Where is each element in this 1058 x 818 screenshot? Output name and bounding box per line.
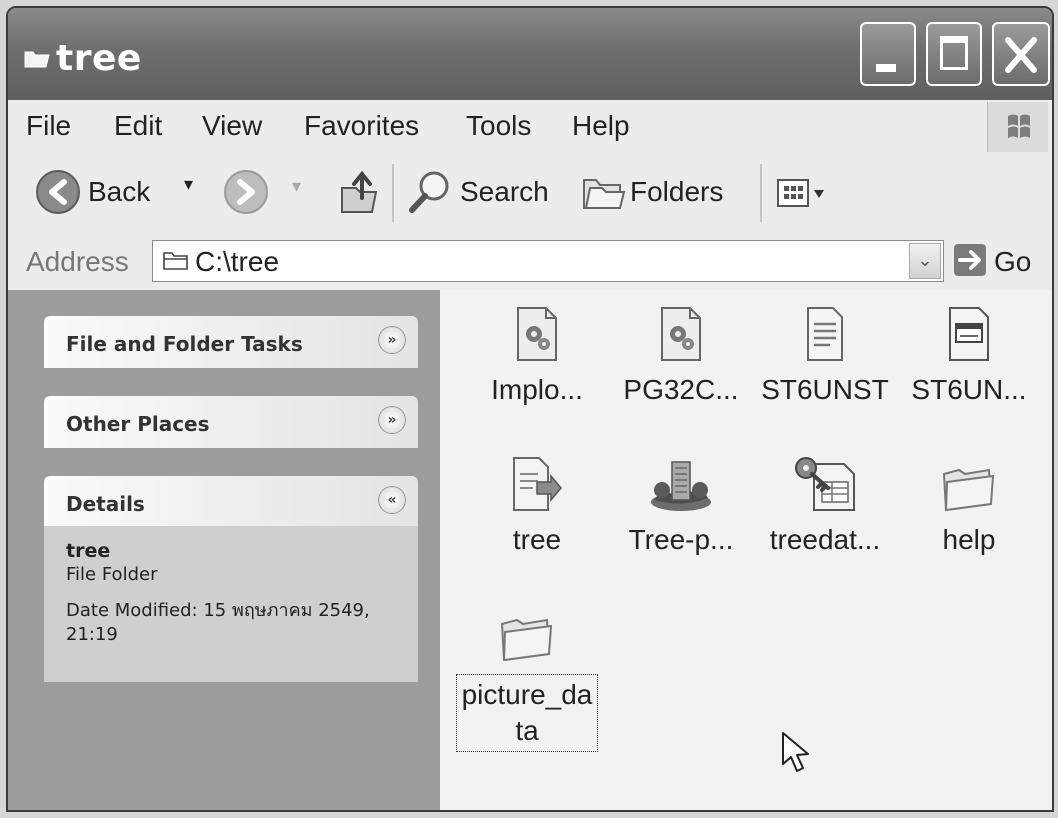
expand-chevron-icon[interactable]: »: [378, 326, 406, 354]
back-history-dropdown[interactable]: ▾: [184, 174, 193, 195]
search-button[interactable]: Search: [460, 176, 549, 208]
close-icon: [1004, 36, 1038, 78]
menu-help[interactable]: Help: [572, 110, 630, 142]
views-button[interactable]: [776, 176, 828, 219]
toolbar-separator: [392, 164, 394, 222]
folder-icon: [894, 450, 1044, 512]
menu-edit[interactable]: Edit: [114, 110, 162, 142]
menu-favorites[interactable]: Favorites: [304, 110, 419, 142]
toolbar-separator: [760, 164, 762, 222]
expand-chevron-icon[interactable]: »: [378, 406, 406, 434]
file-label: PG32C...: [623, 374, 739, 405]
file-label: treedat...: [769, 524, 881, 555]
details-type: File Folder: [66, 564, 158, 585]
file-label: ST6UNST: [761, 374, 889, 405]
folder-item-selected[interactable]: picture_data: [452, 600, 602, 752]
building-icon: [606, 450, 756, 512]
go-button[interactable]: Go: [994, 246, 1031, 278]
window-title: tree: [56, 38, 142, 79]
file-folder-tasks-title: File and Folder Tasks: [66, 332, 303, 356]
file-label: Implo...: [491, 374, 583, 405]
close-button[interactable]: [992, 22, 1050, 86]
file-item[interactable]: ST6UNST: [750, 300, 900, 406]
menu-bar: File Edit View Favorites Tools Help: [8, 100, 1052, 155]
installer-document-icon: [462, 450, 612, 512]
minimize-icon: [876, 64, 896, 72]
collapse-chevron-icon[interactable]: «: [378, 486, 406, 514]
forward-arrow-icon: [224, 170, 268, 214]
back-button[interactable]: Back: [88, 176, 150, 208]
address-bar: Address C:\tree ⌄ Go: [8, 234, 1052, 291]
views-icon: [777, 179, 824, 207]
file-item[interactable]: tree: [462, 450, 612, 556]
address-value: C:\tree: [195, 246, 280, 277]
folder-icon: [452, 600, 602, 662]
details-panel: tree File Folder Date Modified: 15 พฤษภา…: [44, 526, 418, 682]
file-item[interactable]: PG32C...: [606, 300, 756, 406]
file-item[interactable]: ST6UN...: [894, 300, 1044, 406]
title-bar[interactable]: tree: [8, 8, 1052, 100]
file-list-view[interactable]: Implo... PG32C... ST6UNST ST6UN... tree: [440, 290, 1052, 810]
text-document-icon: [750, 300, 900, 362]
maximize-button[interactable]: [926, 22, 982, 86]
file-folder-tasks-header[interactable]: File and Folder Tasks »: [44, 316, 418, 368]
menu-tools[interactable]: Tools: [466, 110, 531, 142]
window-document-icon: [894, 300, 1044, 362]
toolbar: Back ▾ ▾ Search Folders: [8, 154, 1052, 235]
task-pane: File and Folder Tasks » Other Places » D…: [8, 290, 440, 810]
file-item[interactable]: treedat...: [750, 450, 900, 556]
maximize-icon: [940, 36, 968, 70]
folder-icon: [163, 251, 189, 275]
up-folder-icon: [341, 170, 378, 213]
back-arrow-icon[interactable]: [34, 168, 82, 223]
explorer-window: tree File Edit View Favorites Tools Help…: [6, 6, 1054, 812]
forward-button[interactable]: [222, 168, 270, 223]
details-name: tree: [66, 540, 111, 562]
file-label: tree: [512, 524, 562, 555]
other-places-title: Other Places: [66, 412, 210, 436]
menu-file[interactable]: File: [26, 110, 71, 142]
file-item[interactable]: Tree-p...: [606, 450, 756, 556]
address-dropdown-button[interactable]: ⌄: [909, 243, 941, 279]
folders-button[interactable]: Folders: [630, 176, 723, 208]
mouse-pointer-icon: [780, 730, 812, 780]
gear-document-icon: [462, 300, 612, 362]
folders-icon: [582, 172, 626, 219]
details-title: Details: [66, 492, 145, 516]
folder-label: help: [942, 524, 996, 555]
minimize-button[interactable]: [860, 22, 916, 86]
folder-label: picture_data: [456, 674, 598, 752]
other-places-header[interactable]: Other Places »: [44, 396, 418, 448]
up-folder-button[interactable]: [338, 168, 380, 223]
folder-item[interactable]: help: [894, 450, 1044, 556]
gear-document-icon: [606, 300, 756, 362]
windows-logo-icon: [987, 102, 1048, 152]
folder-icon: [24, 48, 50, 72]
address-label: Address: [26, 246, 129, 277]
search-icon: [406, 168, 454, 223]
file-label: Tree-p...: [628, 524, 734, 555]
go-arrow-icon[interactable]: [952, 242, 988, 282]
menu-view[interactable]: View: [202, 110, 262, 142]
details-header[interactable]: Details «: [44, 476, 418, 528]
address-input[interactable]: C:\tree ⌄: [152, 240, 944, 282]
file-item[interactable]: Implo...: [462, 300, 612, 406]
details-date-modified: Date Modified: 15 พฤษภาคม 2549, 21:19: [66, 600, 370, 645]
key-document-icon: [750, 450, 900, 512]
file-label: ST6UN...: [911, 374, 1027, 405]
forward-history-dropdown[interactable]: ▾: [292, 176, 301, 197]
